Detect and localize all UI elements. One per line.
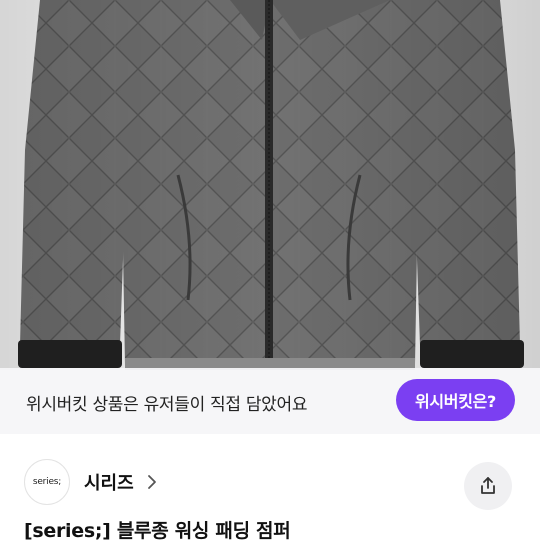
shop-name: 시리즈 (84, 473, 134, 494)
jacket-image (0, 0, 540, 370)
product-photo[interactable] (0, 0, 540, 370)
share-icon (481, 477, 495, 494)
chevron-right-icon (147, 475, 156, 489)
shop-link[interactable]: series; 시리즈 (24, 458, 324, 506)
product-title: [series;] 블루종 워싱 패딩 점퍼 (24, 520, 291, 542)
share-button[interactable] (464, 462, 512, 510)
wish-bucket-banner-text: 위시버킷 상품은 유저들이 직접 담았어요 (26, 395, 308, 415)
wish-bucket-info-button[interactable]: 위시버킷은? (396, 379, 515, 421)
shop-logo: series; (24, 459, 70, 505)
